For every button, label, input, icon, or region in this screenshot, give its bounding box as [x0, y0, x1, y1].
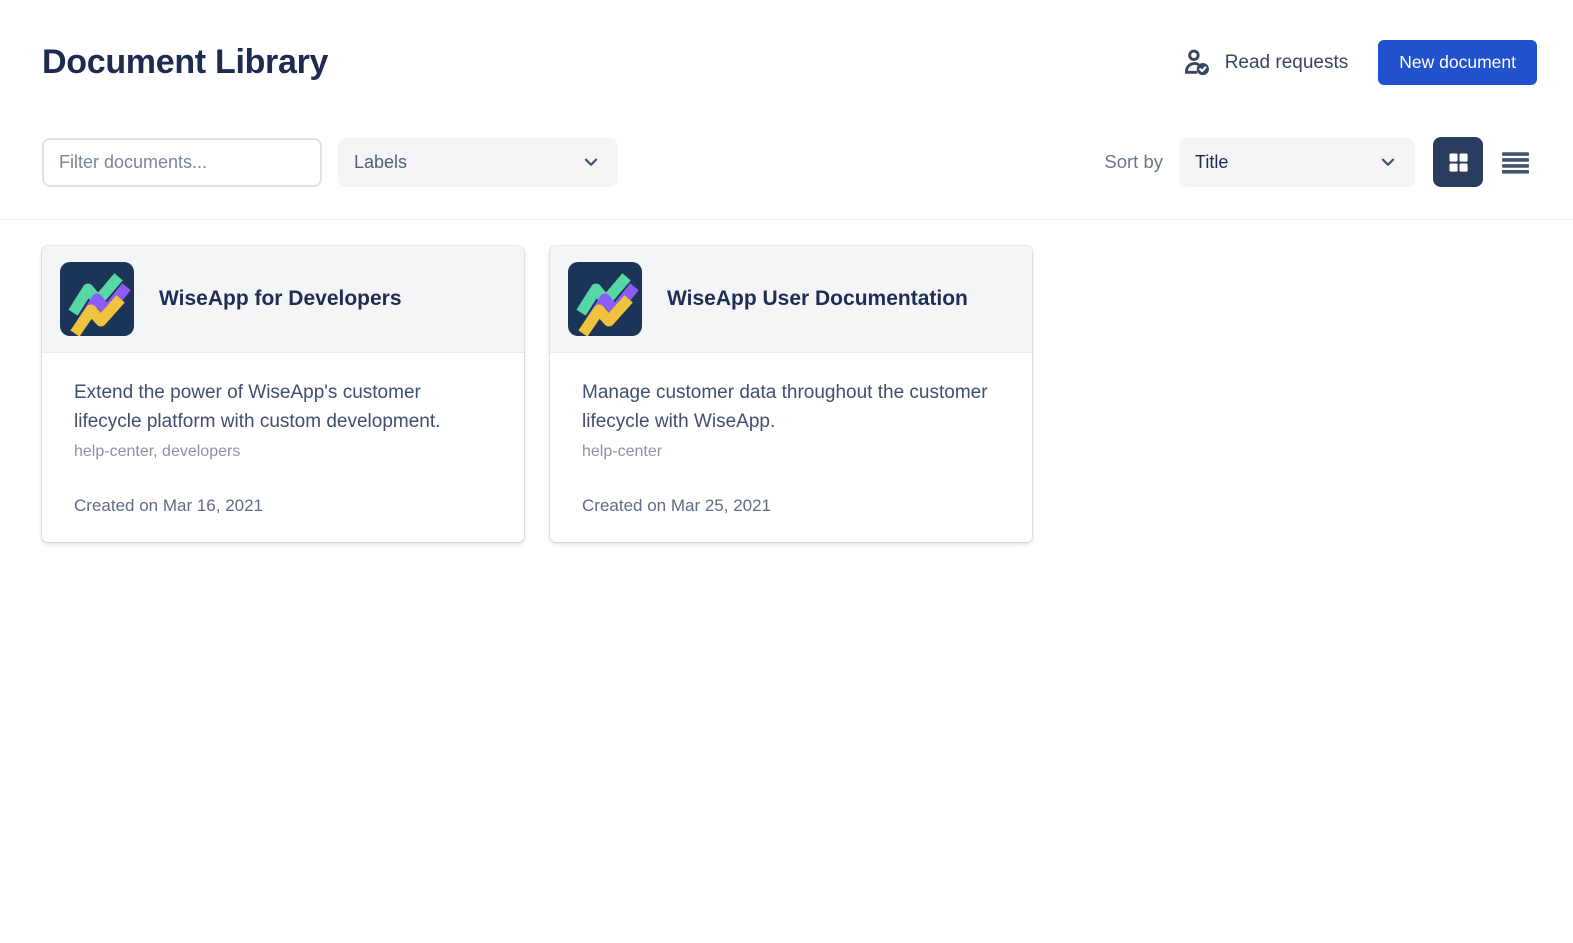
- sort-by-label: Sort by: [1104, 151, 1163, 173]
- grid-view-icon: [1445, 149, 1472, 176]
- document-description: Extend the power of WiseApp's customer l…: [74, 378, 492, 436]
- list-view-icon: [1501, 149, 1530, 175]
- document-card[interactable]: WiseApp User Documentation Manage custom…: [550, 246, 1032, 542]
- read-requests-label: Read requests: [1225, 52, 1349, 74]
- header-actions: Read requests New document: [1181, 40, 1537, 85]
- page-header: Document Library Read requests New docum…: [42, 0, 1537, 85]
- filter-toolbar: Labels Sort by Title: [42, 137, 1537, 187]
- document-card-grid: WiseApp for Developers Extend the power …: [0, 220, 1573, 542]
- filter-documents-input[interactable]: [42, 138, 322, 187]
- document-description: Manage customer data throughout the cust…: [582, 378, 1000, 436]
- document-labels: help-center, developers: [74, 443, 492, 461]
- chevron-down-icon: [580, 151, 602, 173]
- labels-dropdown-value: Labels: [354, 152, 407, 173]
- document-created-date: Created on Mar 25, 2021: [582, 462, 1000, 516]
- document-created-date: Created on Mar 16, 2021: [74, 462, 492, 516]
- grid-view-button[interactable]: [1433, 137, 1483, 187]
- sort-dropdown-value: Title: [1195, 152, 1228, 173]
- document-title: WiseApp User Documentation: [667, 287, 968, 311]
- page-title: Document Library: [42, 43, 328, 82]
- chevron-down-icon: [1377, 151, 1399, 173]
- card-header: WiseApp for Developers: [42, 246, 524, 353]
- document-card[interactable]: WiseApp for Developers Extend the power …: [42, 246, 524, 542]
- wiseapp-logo-icon: [568, 262, 642, 336]
- sort-dropdown[interactable]: Title: [1179, 138, 1415, 187]
- wiseapp-logo-icon: [60, 262, 134, 336]
- list-view-button[interactable]: [1493, 137, 1537, 187]
- labels-dropdown[interactable]: Labels: [338, 138, 618, 187]
- card-body: Extend the power of WiseApp's customer l…: [42, 353, 524, 542]
- document-labels: help-center: [582, 443, 1000, 461]
- card-body: Manage customer data throughout the cust…: [550, 353, 1032, 542]
- card-header: WiseApp User Documentation: [550, 246, 1032, 353]
- read-requests-link[interactable]: Read requests: [1181, 47, 1349, 78]
- new-document-button[interactable]: New document: [1378, 40, 1537, 85]
- document-title: WiseApp for Developers: [159, 287, 402, 311]
- person-check-icon: [1181, 47, 1212, 78]
